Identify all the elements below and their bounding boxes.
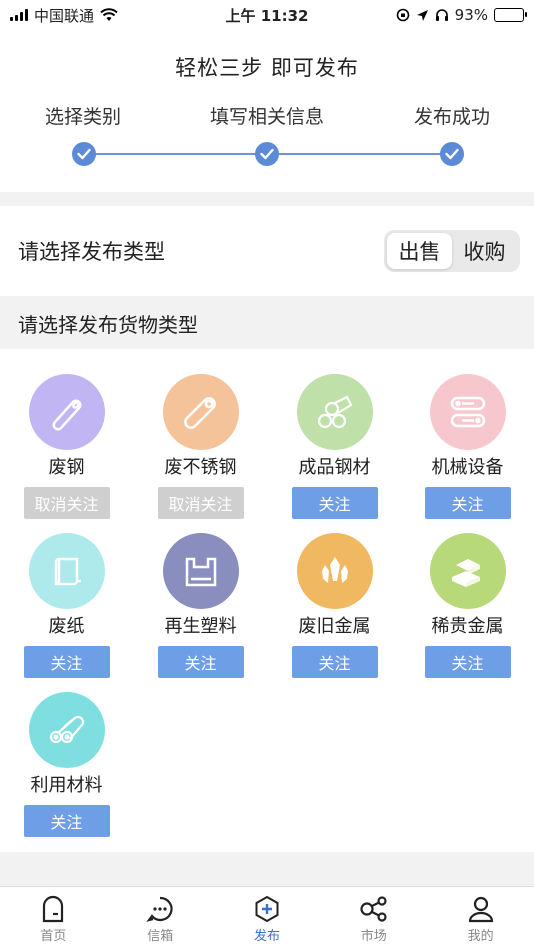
- goods-name: 废旧金属: [298, 616, 371, 637]
- goods-item-recycled-plastic[interactable]: 再生塑料 关注: [134, 533, 267, 678]
- message-icon: [146, 896, 173, 922]
- step-label-3: 发布成功: [413, 106, 490, 128]
- follow-button[interactable]: 关注: [23, 646, 110, 678]
- follow-button[interactable]: 关注: [424, 646, 511, 678]
- goods-name: 废纸: [48, 616, 85, 637]
- tab-profile[interactable]: 我的: [427, 887, 534, 950]
- material-roll-icon: [28, 692, 105, 768]
- goods-item-precious-metal[interactable]: 稀贵金属 关注: [401, 533, 534, 678]
- goods-name: 机械设备: [431, 457, 504, 478]
- metal-crystal-icon: [296, 533, 373, 609]
- goods-name: 成品钢材: [298, 457, 371, 478]
- steel-coil-icon: [296, 374, 373, 450]
- orientation-lock-icon: [396, 8, 409, 22]
- goods-item-machinery[interactable]: 机械设备 关注: [401, 374, 534, 519]
- follow-button[interactable]: 关注: [157, 646, 244, 678]
- step-2-check-icon: [255, 142, 279, 166]
- profile-icon: [468, 896, 493, 923]
- home-icon: [43, 895, 64, 923]
- tab-label: 信箱: [147, 929, 174, 944]
- unfollow-button[interactable]: 取消关注: [23, 487, 110, 519]
- battery-icon: [494, 8, 527, 22]
- goods-item-utilized-material[interactable]: 利用材料 关注: [0, 692, 133, 837]
- sell-option[interactable]: 出售: [387, 233, 452, 269]
- goods-type-header: 请选择发布货物类型: [0, 297, 534, 349]
- follow-button[interactable]: 关注: [424, 487, 511, 519]
- steel-pipe-icon: [28, 374, 105, 450]
- location-icon: [416, 9, 428, 21]
- tab-home[interactable]: 首页: [0, 887, 107, 950]
- goods-item-scrap-metal[interactable]: 废旧金属 关注: [268, 533, 401, 678]
- steps-title: 轻松三步 即可发布: [175, 56, 359, 80]
- status-bar: 中国联通 上午 11:32 93%: [0, 0, 534, 30]
- bottom-tab-bar: 首页 信箱 发布 市场 我的: [0, 886, 534, 950]
- machinery-icon: [429, 374, 506, 450]
- tab-messages[interactable]: 信箱: [107, 887, 214, 950]
- goods-grid: 废钢 取消关注 废不锈钢 取消关注 成品钢材 关注 机械设备 关注 废纸 关注: [0, 349, 534, 852]
- tab-label: 发布: [253, 929, 280, 944]
- publish-steps: 轻松三步 即可发布 选择类别 填写相关信息 发布成功: [0, 30, 534, 192]
- goods-name: 废不锈钢: [164, 457, 237, 478]
- tab-label: 首页: [40, 929, 67, 944]
- publish-type-segmented-control: 出售 收购: [384, 230, 520, 272]
- wifi-icon: [100, 8, 118, 21]
- carrier-label: 中国联通: [34, 6, 95, 25]
- market-icon: [360, 896, 387, 922]
- goods-name: 利用材料: [30, 775, 103, 796]
- step-3-check-icon: [440, 142, 464, 166]
- gold-bar-icon: [429, 533, 506, 609]
- paper-scroll-icon: [28, 533, 105, 609]
- step-label-1: 选择类别: [44, 106, 121, 128]
- battery-percent: 93%: [454, 6, 488, 24]
- tab-label: 我的: [467, 929, 494, 944]
- stainless-bar-icon: [162, 374, 239, 450]
- unfollow-button[interactable]: 取消关注: [157, 487, 244, 519]
- follow-button[interactable]: 关注: [291, 646, 378, 678]
- goods-name: 再生塑料: [164, 616, 237, 637]
- goods-item-waste-paper[interactable]: 废纸 关注: [0, 533, 133, 678]
- goods-item-scrap-stainless[interactable]: 废不锈钢 取消关注: [134, 374, 267, 519]
- buy-option[interactable]: 收购: [452, 233, 517, 269]
- tab-publish[interactable]: 发布: [214, 887, 321, 950]
- goods-name: 稀贵金属: [431, 616, 504, 637]
- publish-icon: [255, 895, 279, 923]
- headphones-icon: [435, 9, 448, 21]
- goods-name: 废钢: [48, 457, 85, 478]
- follow-button[interactable]: 关注: [291, 487, 378, 519]
- tab-market[interactable]: 市场: [320, 887, 427, 950]
- goods-item-scrap-steel[interactable]: 废钢 取消关注: [0, 374, 133, 519]
- step-1-check-icon: [72, 142, 96, 166]
- step-label-2: 填写相关信息: [209, 106, 324, 128]
- publish-type-row: 请选择发布类型 出售 收购: [0, 206, 534, 296]
- signal-icon: [10, 9, 28, 21]
- goods-item-finished-steel[interactable]: 成品钢材 关注: [268, 374, 401, 519]
- tab-label: 市场: [360, 929, 387, 944]
- publish-type-label: 请选择发布类型: [18, 240, 165, 264]
- follow-button[interactable]: 关注: [23, 805, 110, 837]
- plastic-bag-icon: [162, 533, 239, 609]
